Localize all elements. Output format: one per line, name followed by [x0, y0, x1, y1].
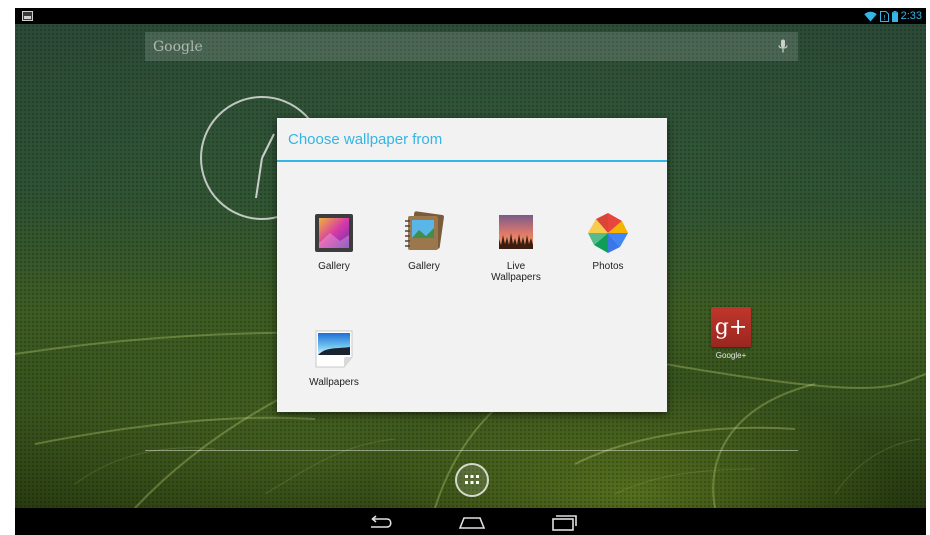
gallery-album-icon: [405, 211, 444, 250]
option-label: Live Wallpapers: [491, 261, 541, 283]
option-label: Gallery: [318, 261, 350, 272]
recents-icon[interactable]: [548, 512, 580, 532]
live-wallpapers-icon: [499, 215, 533, 249]
navigation-bar: [15, 508, 926, 535]
option-gallery[interactable]: Gallery: [289, 211, 379, 272]
wallpapers-icon: [315, 330, 353, 368]
google-search-bar[interactable]: Google: [145, 32, 798, 61]
option-photos[interactable]: Photos: [563, 211, 653, 272]
google-plus-label: Google+: [715, 351, 747, 360]
google-plus-shortcut[interactable]: g+ Google+: [710, 307, 752, 367]
svg-text:!: !: [883, 14, 886, 22]
wallpaper-source-grid: Gallery Gallery Live Wallpapers Photos W…: [277, 164, 667, 412]
gallery-icon: [315, 214, 353, 252]
all-apps-icon: [465, 475, 479, 484]
option-wallpapers[interactable]: Wallpapers: [289, 327, 379, 388]
photos-icon: [588, 213, 628, 253]
google-search-logo: Google: [153, 38, 203, 55]
image-notification-icon: [22, 11, 33, 21]
back-icon[interactable]: [365, 512, 397, 532]
home-icon[interactable]: [456, 512, 488, 532]
option-label: Photos: [592, 261, 624, 272]
status-clock: 2:33: [900, 10, 922, 22]
dock-divider: [145, 450, 798, 451]
dialog-title: Choose wallpaper from: [277, 118, 667, 162]
battery-icon: [891, 10, 898, 22]
all-apps-button[interactable]: [455, 463, 489, 497]
no-sim-icon: !: [879, 10, 889, 22]
option-label: Wallpapers: [309, 377, 359, 388]
status-bar: ! 2:33: [15, 8, 926, 24]
google-plus-icon: g+: [711, 307, 751, 347]
option-label: Gallery: [408, 261, 440, 272]
mic-icon[interactable]: [778, 39, 788, 54]
option-gallery-album[interactable]: Gallery: [379, 211, 469, 272]
option-live-wallpapers[interactable]: Live Wallpapers: [471, 211, 561, 283]
status-icons: ! 2:33: [863, 9, 922, 23]
wifi-icon: [863, 11, 877, 21]
choose-wallpaper-dialog: Choose wallpaper from Gallery Gallery Li…: [277, 118, 667, 412]
